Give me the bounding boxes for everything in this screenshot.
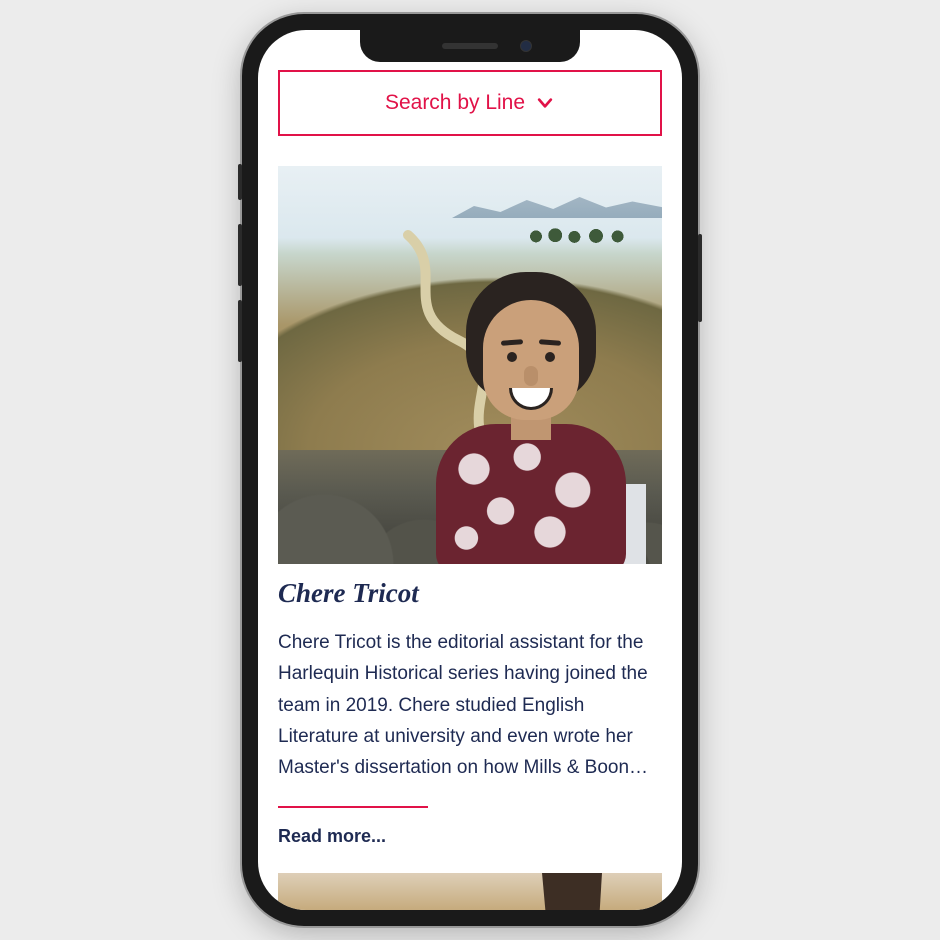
search-by-line-dropdown[interactable]: Search by Line — [278, 70, 662, 136]
volume-down-button — [238, 300, 242, 362]
mute-switch — [238, 164, 242, 200]
next-article-preview-image — [278, 873, 662, 910]
article-excerpt: Chere Tricot is the editorial assistant … — [278, 627, 662, 784]
notch — [360, 30, 580, 62]
divider — [278, 806, 428, 808]
article-hero-image — [278, 166, 662, 564]
person-portrait — [436, 254, 626, 564]
phone-frame: Search by Line — [242, 14, 698, 926]
front-camera — [520, 40, 532, 52]
chevron-down-icon — [535, 93, 555, 113]
search-dropdown-label: Search by Line — [385, 91, 525, 115]
volume-up-button — [238, 224, 242, 286]
speaker-grille — [442, 43, 498, 49]
power-button — [698, 234, 702, 322]
phone-screen: Search by Line — [258, 30, 682, 910]
article-title: Chere Tricot — [278, 578, 662, 609]
page-content: Search by Line — [258, 30, 682, 910]
read-more-link[interactable]: Read more... — [278, 826, 662, 847]
